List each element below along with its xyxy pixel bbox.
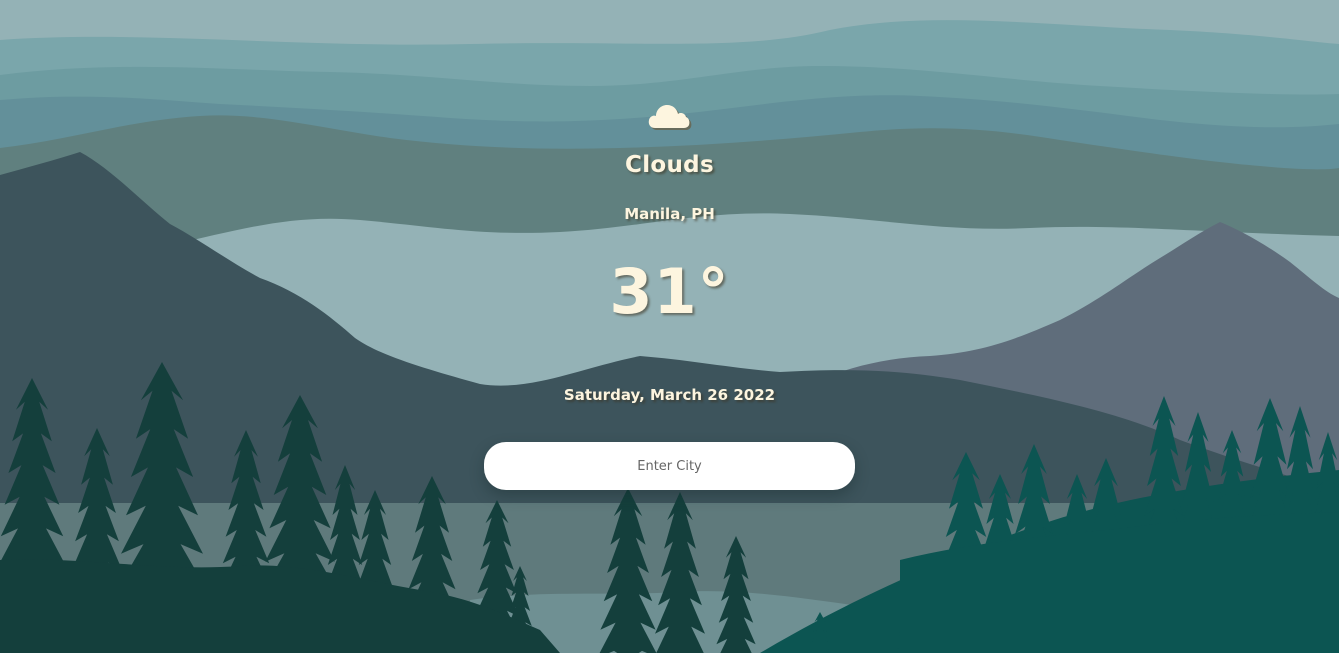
weather-condition: Clouds [625,152,714,178]
cloud-icon [648,105,692,130]
location-label: Manila, PH [624,205,715,223]
temperature: 31° [609,255,730,328]
city-search-input[interactable] [484,442,855,490]
date-label: Saturday, March 26 2022 [563,386,776,404]
